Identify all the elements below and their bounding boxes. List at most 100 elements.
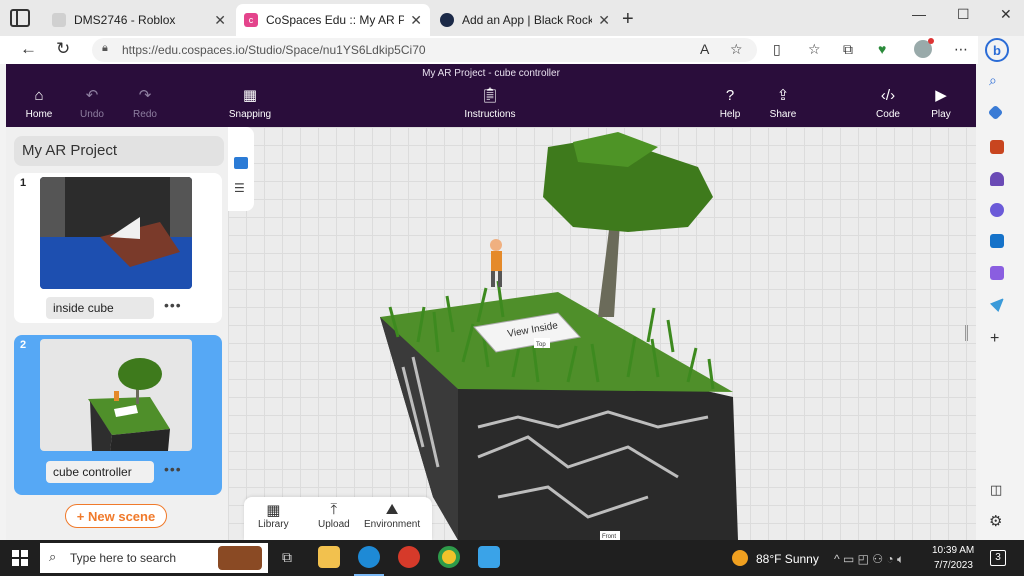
tab-title: CoSpaces Edu :: My AR Project xyxy=(266,13,405,27)
windows-start-icon[interactable] xyxy=(12,550,28,566)
close-tab-icon[interactable]: ✕ xyxy=(598,12,610,29)
scene-viewport[interactable]: View Inside Top Front xyxy=(228,127,976,540)
minimize-icon[interactable]: — xyxy=(912,6,926,22)
hide-sidebar-icon[interactable]: ◫ xyxy=(990,482,1002,498)
environment-button[interactable]: ⛰ Environment xyxy=(364,501,420,530)
home-label: Home xyxy=(25,109,53,120)
cospaces-favicon-icon: c xyxy=(244,13,258,27)
home-icon: ⌂ xyxy=(34,87,44,104)
close-window-icon[interactable]: ✕ xyxy=(1000,6,1012,23)
cube-controller-thumbnail-art xyxy=(88,358,170,451)
thumbnail-view-icon[interactable] xyxy=(234,157,248,169)
help-icon: ? xyxy=(725,87,735,104)
maximize-icon[interactable]: ☐ xyxy=(957,6,970,23)
windows-taskbar: ⌕ Type here to search ⧉ 88°F Sunny ^ ▭ ◰… xyxy=(0,540,1024,576)
scene-thumbnail xyxy=(40,177,192,289)
undo-label: Undo xyxy=(80,109,104,120)
help-button[interactable]: ? Help xyxy=(700,86,760,120)
edge-app-icon[interactable] xyxy=(358,546,380,568)
project-title[interactable]: My AR Project xyxy=(14,136,224,166)
undo-button[interactable]: ↶ Undo xyxy=(62,86,122,120)
tree-trunk xyxy=(598,222,620,317)
play-button[interactable]: ▶ Play xyxy=(911,86,971,120)
favorites-icon[interactable]: ☆ xyxy=(808,41,821,58)
share-button[interactable]: ⇪ Share xyxy=(753,86,813,120)
bing-icon[interactable]: b xyxy=(985,38,1009,62)
redo-icon: ↷ xyxy=(138,87,152,104)
file-explorer-icon[interactable] xyxy=(318,546,340,568)
clock-time[interactable]: 10:39 AM xyxy=(932,545,974,556)
redo-button[interactable]: ↷ Redo xyxy=(115,86,175,120)
tools-icon[interactable] xyxy=(990,140,1004,154)
microsoft365-icon[interactable] xyxy=(990,203,1004,217)
collections-icon[interactable]: ⧉ xyxy=(843,41,853,58)
instructions-button[interactable]: 📋︎ Instructions xyxy=(460,86,520,120)
new-scene-button[interactable]: + New scene xyxy=(65,504,167,528)
outlook-icon[interactable] xyxy=(990,234,1004,248)
games-icon[interactable] xyxy=(990,172,1004,186)
black-rocket-favicon-icon xyxy=(440,13,454,27)
scene-3d-render: View Inside Top Front xyxy=(380,132,738,540)
search-icon[interactable]: ⌕ xyxy=(989,72,997,89)
play-icon: ▶ xyxy=(935,87,947,104)
library-label: Library xyxy=(258,519,289,530)
scene-name[interactable]: inside cube xyxy=(46,297,154,319)
scene-card-1[interactable]: 1 inside cube ••• xyxy=(14,173,222,323)
designer-icon[interactable] xyxy=(990,266,1004,280)
scene-more-icon[interactable]: ••• xyxy=(164,297,182,313)
read-aloud-icon[interactable]: A xyxy=(700,41,709,57)
roblox-favicon-icon xyxy=(52,13,66,27)
tab-cospaces[interactable]: c CoSpaces Edu :: My AR Project ✕ xyxy=(236,4,430,36)
library-button[interactable]: ▦ Library xyxy=(258,501,289,530)
search-icon: ⌕ xyxy=(49,549,57,564)
snapping-button[interactable]: ▦ Snapping xyxy=(220,86,280,120)
taskbar-search-input[interactable]: ⌕ Type here to search xyxy=(40,543,268,573)
character-leg xyxy=(498,271,502,287)
new-tab-icon[interactable]: + xyxy=(622,8,634,31)
notifications-badge[interactable]: 3 xyxy=(990,550,1006,566)
scene-number: 2 xyxy=(20,339,27,351)
app-red-icon[interactable] xyxy=(398,546,420,568)
list-view-icon[interactable]: ☰ xyxy=(234,181,245,195)
upload-button[interactable]: ⤒ Upload xyxy=(318,501,350,530)
chrome-icon[interactable] xyxy=(438,546,460,568)
share-label: Share xyxy=(769,109,797,120)
tab-black-rocket[interactable]: Add an App | Black Rocket Arcade ✕ xyxy=(432,4,618,36)
cospaces-header: My AR Project - cube controller ⌂ Home ↶… xyxy=(6,64,976,127)
close-tab-icon[interactable]: ✕ xyxy=(410,12,422,29)
close-tab-icon[interactable]: ✕ xyxy=(214,12,226,29)
split-screen-icon[interactable]: ▯ xyxy=(773,41,781,58)
home-button[interactable]: ⌂ Home xyxy=(9,86,69,120)
system-tray-icons[interactable]: ^ ▭ ◰ ⚇ ◔ 🔈︎ xyxy=(834,552,904,567)
app-blue-icon[interactable] xyxy=(478,546,500,568)
weather-text[interactable]: 88°F Sunny xyxy=(756,552,819,566)
resize-handle[interactable] xyxy=(965,325,968,341)
tab-title: DMS2746 - Roblox xyxy=(74,13,176,27)
profile-avatar[interactable] xyxy=(914,38,934,58)
code-button[interactable]: ‹/› Code xyxy=(858,86,918,120)
tab-roblox[interactable]: DMS2746 - Roblox ✕ xyxy=(44,4,234,36)
weather-sun-icon xyxy=(732,550,748,566)
character-leg xyxy=(491,271,495,287)
share-icon: ⇪ xyxy=(776,87,790,104)
tab-actions-icon[interactable] xyxy=(10,9,30,27)
scene-thumbnail xyxy=(40,339,192,451)
settings-gear-icon[interactable]: ⚙ xyxy=(989,512,1002,530)
character-body xyxy=(491,251,502,271)
url-field[interactable]: 🔒︎ https://edu.cospaces.io/Studio/Space/… xyxy=(92,38,757,62)
search-highlight-image xyxy=(218,546,262,570)
favorite-star-icon[interactable]: ☆ xyxy=(730,41,743,58)
add-sidebar-app-icon[interactable]: + xyxy=(990,330,999,348)
environment-label: Environment xyxy=(364,519,421,530)
clock-date[interactable]: 7/7/2023 xyxy=(934,560,973,571)
tab-title: Add an App | Black Rocket Arcade xyxy=(462,13,593,27)
scene-card-2[interactable]: 2 cube controller ••• xyxy=(14,335,222,495)
more-menu-icon[interactable]: ⋯ xyxy=(954,41,968,58)
scene-name[interactable]: cube controller xyxy=(46,461,154,483)
bottom-drawer: ▦ Library ⤒ Upload ⛰ Environment xyxy=(244,497,432,540)
refresh-icon[interactable]: ↻ xyxy=(56,39,70,59)
scene-more-icon[interactable]: ••• xyxy=(164,461,182,477)
back-icon[interactable]: ← xyxy=(20,39,37,59)
browser-essentials-icon[interactable]: ♥ xyxy=(878,41,886,57)
task-view-icon[interactable]: ⧉ xyxy=(282,549,292,566)
